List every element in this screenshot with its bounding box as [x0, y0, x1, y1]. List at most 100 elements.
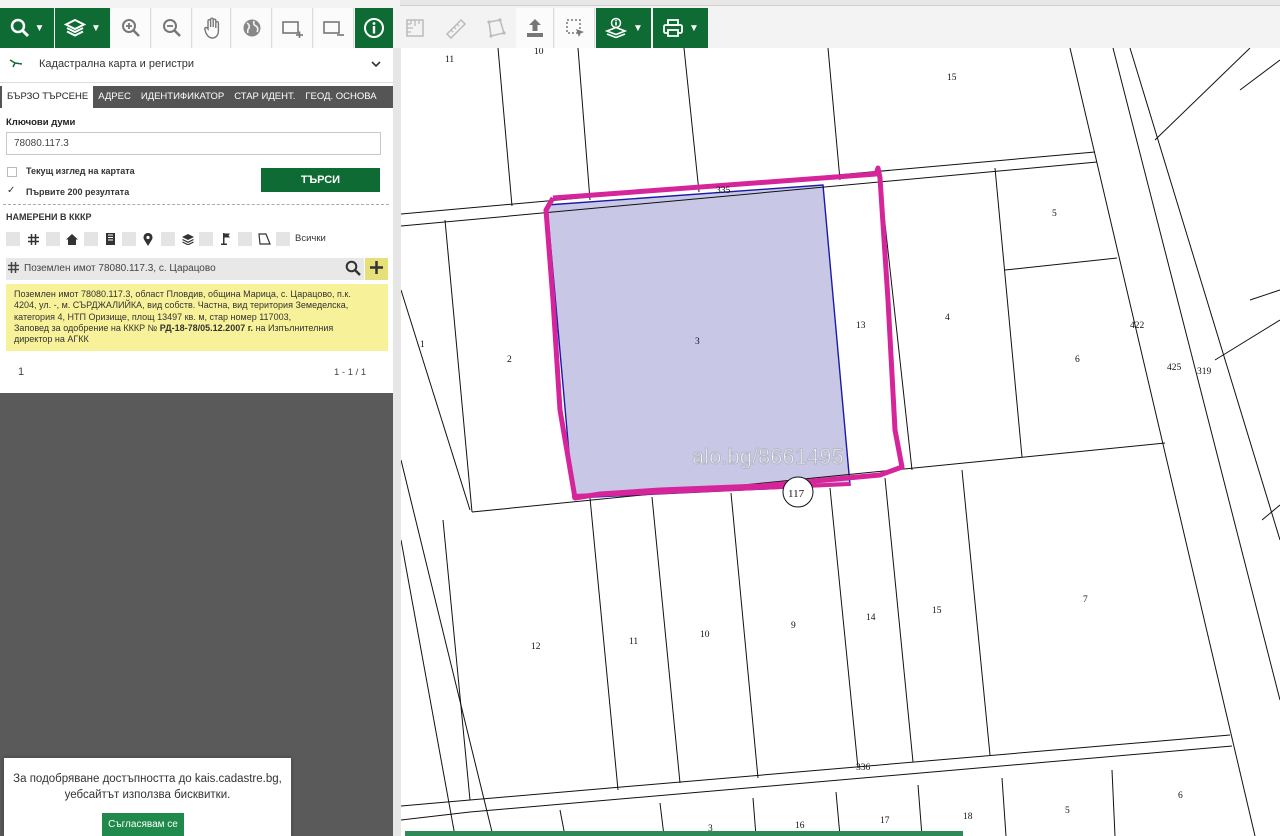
select-box-button[interactable]	[555, 8, 595, 48]
cookie-text-line: уебсайтът използва бисквитки.	[64, 789, 231, 801]
filter-checkbox[interactable]	[84, 232, 98, 246]
parcel-label: 11	[445, 55, 454, 65]
current-view-checkbox[interactable]	[7, 167, 17, 177]
cookie-banner: За подобряване достъпността до kais.cada…	[4, 758, 291, 836]
tab-address[interactable]: АДРЕС	[93, 86, 136, 108]
layers-tool-button[interactable]: ▼	[55, 8, 110, 48]
tab-quick-search[interactable]: БЪРЗО ТЪРСЕНЕ	[2, 86, 94, 108]
order-prefix: Заповед за одобрение на КККР №	[14, 322, 160, 333]
zoom-out-button[interactable]	[152, 8, 192, 48]
parcel-label: 425	[1167, 363, 1182, 373]
search-icon	[345, 260, 361, 279]
chevron-down-icon: ▼	[689, 22, 699, 34]
measure-area-button[interactable]	[395, 8, 435, 48]
result-detail-line: Заповед за одобрение на КККР № РД-18-78/…	[14, 323, 380, 334]
grid-icon[interactable]	[26, 232, 40, 246]
layers-icon[interactable]	[181, 232, 195, 246]
filter-checkbox[interactable]	[238, 232, 252, 246]
cookie-text-line: За подобряване достъпността до kais.cada…	[13, 773, 282, 785]
home-icon[interactable]	[65, 232, 79, 246]
road-label: 336	[856, 763, 871, 773]
pan-button[interactable]	[193, 8, 231, 48]
select-box-icon	[564, 17, 586, 39]
hand-icon	[203, 17, 221, 39]
flag-icon[interactable]	[219, 232, 233, 246]
tab-geodetic-base[interactable]: ГЕОД. ОСНОВА	[300, 86, 381, 108]
parcel-label: 11	[629, 637, 638, 647]
panel-resize-handle[interactable]	[393, 48, 401, 836]
keywords-input[interactable]	[6, 132, 381, 155]
filter-checkbox[interactable]	[122, 232, 136, 246]
cookie-text: За подобряване достъпността до kais.cada…	[12, 771, 283, 803]
ruler-area-icon	[404, 17, 426, 39]
parcel-label: 4	[945, 313, 950, 323]
parcel-label: 319	[1197, 367, 1212, 377]
filter-checkbox[interactable]	[6, 232, 20, 246]
tab-old-identifier[interactable]: СТАР ИДЕНТ.	[229, 86, 300, 108]
print-icon	[662, 18, 684, 38]
polygon-icon[interactable]	[257, 232, 271, 246]
tab-identifier[interactable]: ИДЕНТИФИКАТОР	[136, 86, 229, 108]
top-rule	[400, 0, 1280, 6]
first-200-checkbox[interactable]: ✓	[7, 185, 15, 196]
filter-checkbox[interactable]	[161, 232, 175, 246]
filter-checkbox[interactable]	[46, 232, 60, 246]
search-icon	[10, 18, 30, 38]
current-view-label: Текущ изглед на картата	[26, 166, 135, 176]
filter-all-label: Всички	[295, 233, 326, 244]
search-button[interactable]: ТЪРСИ	[261, 168, 380, 192]
identify-button[interactable]	[355, 8, 393, 48]
prev-extent-button[interactable]	[314, 8, 354, 48]
next-extent-button[interactable]	[273, 8, 313, 48]
pager-page[interactable]: 1	[18, 366, 24, 378]
add-result-button[interactable]	[365, 258, 388, 280]
print-button[interactable]: ▼	[653, 8, 708, 48]
parcel-label: 422	[1130, 321, 1145, 331]
layer-info-button[interactable]: ▼	[596, 8, 651, 48]
chevron-down-icon: ▼	[633, 22, 643, 34]
search-tool-button[interactable]: ▼	[0, 8, 54, 48]
search-tabs: БЪРЗО ТЪРСЕНЕ АДРЕС ИДЕНТИФИКАТОР СТАР И…	[0, 86, 393, 108]
pin-icon[interactable]	[141, 232, 155, 246]
filter-checkbox[interactable]	[199, 232, 213, 246]
result-detail-line: 4204, ул. -, м. СЪРДЖАЛИЙКА, вид собств.…	[14, 300, 349, 311]
zoom-to-result-button[interactable]	[342, 258, 364, 280]
zoom-out-icon	[162, 18, 182, 38]
order-number: РД-18-78/05.12.2007 г.	[159, 322, 254, 333]
parcel-label: 6	[1178, 791, 1183, 801]
chevron-down-icon: ▼	[91, 22, 101, 34]
parcel-label: 5	[1052, 209, 1057, 219]
parcel-label: 18	[963, 812, 973, 822]
zoom-in-button[interactable]	[111, 8, 151, 48]
result-detail-line: директор на АГКК	[14, 334, 89, 345]
info-icon	[363, 17, 385, 39]
result-row[interactable]: Поземлен имот 78080.117.3, с. Царацово	[6, 258, 342, 280]
parcel-label: 2	[507, 355, 512, 365]
cadastral-map[interactable]: 11 10 15 5 1 2 3 13 4 6 422 425 319 335 …	[401, 48, 1280, 836]
keywords-label: Ключови думи	[6, 117, 76, 128]
parcel-layer-icon	[9, 58, 23, 73]
extent-next-icon	[281, 18, 305, 38]
layer-select[interactable]: Кадастрална карта и регистри	[0, 48, 393, 83]
upload-icon	[524, 17, 546, 39]
parcel-label: 16	[795, 821, 805, 831]
search-panel: Кадастрална карта и регистри БЪРЗО ТЪРСЕ…	[0, 48, 393, 393]
upload-button[interactable]	[516, 8, 554, 48]
result-detail-line: категория 4, НТП Оризище, площ 13497 кв.…	[14, 311, 292, 322]
parcel-label: 10	[534, 48, 544, 57]
parcel-label: 15	[932, 606, 942, 616]
parcel-label: 13	[856, 321, 866, 331]
full-extent-button[interactable]	[232, 8, 272, 48]
parcel-label: 6	[1075, 355, 1080, 365]
parcel-label: 5	[1065, 806, 1070, 816]
cookie-accept-button[interactable]: Съгласявам се	[102, 813, 184, 836]
building-icon[interactable]	[103, 232, 117, 246]
first-200-label: Първите 200 резултата	[26, 187, 130, 197]
parcel-label: 14	[866, 613, 876, 623]
measure-length-button[interactable]	[436, 8, 476, 48]
polygon-button[interactable]	[477, 8, 515, 48]
filter-all-checkbox[interactable]	[276, 232, 290, 246]
plus-icon	[369, 260, 384, 278]
watermark: alo.bg/8661495	[692, 444, 844, 469]
divider	[3, 204, 389, 205]
